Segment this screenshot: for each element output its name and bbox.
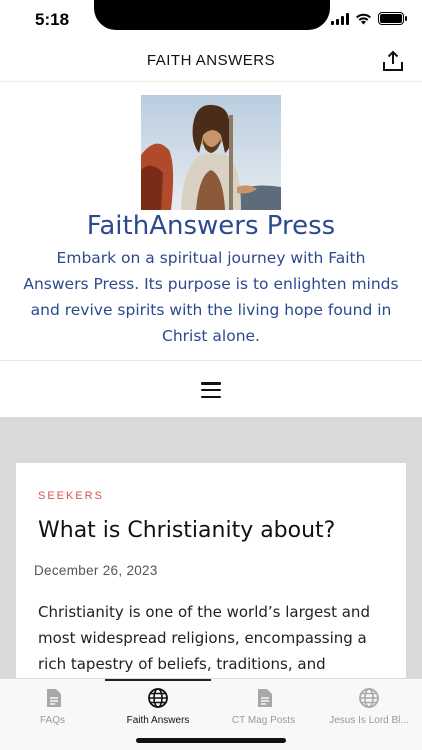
tab-faqs[interactable]: FAQs [0,679,105,729]
document-icon [46,689,61,707]
nav-title: FAITH ANSWERS [146,52,276,69]
globe-icon [148,688,168,708]
tab-ct-mag-posts[interactable]: CT Mag Posts [211,679,316,729]
post-title[interactable]: What is Christianity about? [38,518,335,543]
share-icon[interactable] [380,49,406,75]
device-notch [94,0,330,30]
post-excerpt: Christianity is one of the world’s large… [38,603,370,673]
tab-label: Faith Answers [126,715,190,726]
tab-faith-answers[interactable]: Faith Answers [105,679,211,729]
cellular-signal-icon [331,12,349,25]
battery-icon [378,12,407,25]
menu-row [0,360,422,417]
site-header: FaithAnswers Press Embark on a spiritual… [0,83,422,360]
globe-icon [359,688,379,708]
content-area: SEEKERS What is Christianity about? Dece… [0,417,422,703]
hero-image [141,95,281,210]
tab-jesus-is-lord[interactable]: Jesus Is Lord Bl... [316,679,422,729]
home-indicator[interactable] [136,738,286,743]
tab-bar: FAQs Faith Answers CT Mag Posts Jesus Is… [0,678,422,750]
status-bar: 5:18 [0,0,422,44]
post-date: December 26, 2023 [34,563,158,578]
post-category[interactable]: SEEKERS [38,490,104,502]
status-icons [331,12,407,25]
menu-icon[interactable] [201,382,221,398]
document-icon [257,689,272,707]
site-title[interactable]: FaithAnswers Press [0,211,422,241]
tab-label: Jesus Is Lord Bl... [329,715,409,726]
navigation-bar: FAITH ANSWERS [0,44,422,82]
site-description: Embark on a spiritual journey with Faith… [23,249,399,345]
wifi-icon [356,13,371,24]
status-time: 5:18 [35,10,70,29]
tab-label: CT Mag Posts [231,715,296,726]
tab-label: FAQs [39,715,65,726]
post-card[interactable]: SEEKERS What is Christianity about? Dece… [16,463,406,703]
